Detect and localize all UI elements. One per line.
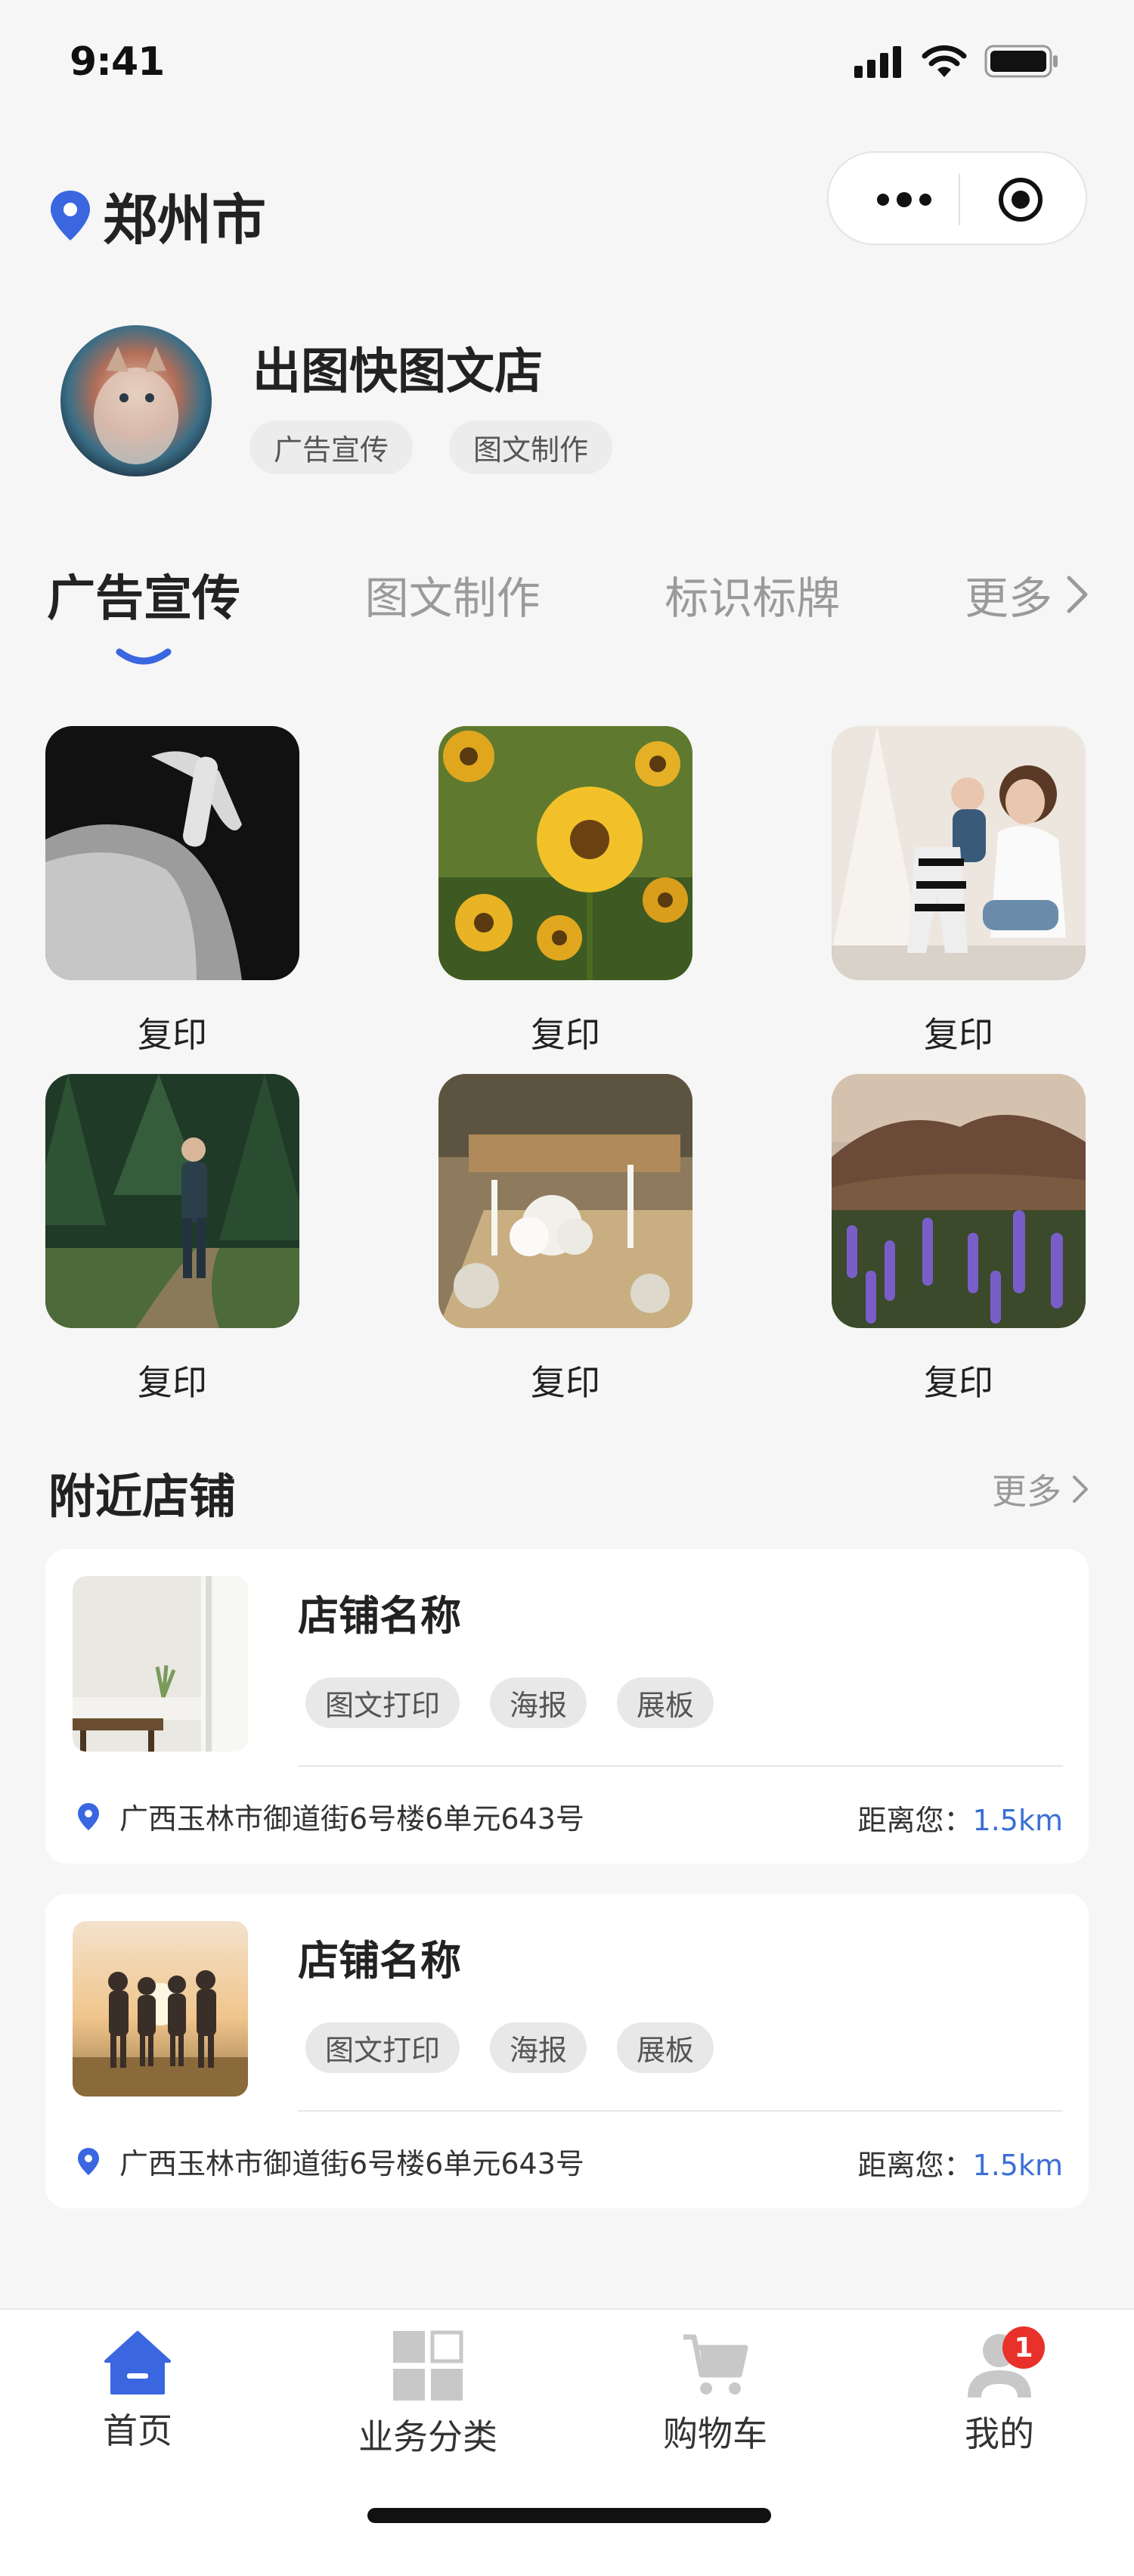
miniprogram-capsule: [827, 151, 1087, 245]
capsule-divider: [959, 174, 960, 225]
store-card-tag: 展板: [617, 1678, 714, 1728]
tabbar-mine[interactable]: 1 我的: [909, 2326, 1090, 2457]
store-card-name: 店铺名称: [298, 1592, 461, 1640]
store-name: 出图快图文店: [253, 344, 543, 400]
category-tabs: 广告宣传 图文制作 标识标牌 更多: [47, 560, 1089, 629]
photo-sunflowers: [438, 726, 692, 980]
store-card-tags: 图文打印 海报 展板: [305, 1678, 714, 1728]
tabbar-label: 我的: [965, 2413, 1034, 2454]
tab-advertising[interactable]: 广告宣传: [47, 560, 240, 629]
store-card-distance: 距离您：1.5km: [858, 1797, 1063, 1839]
store-tag: 广告宣传: [249, 421, 414, 474]
distance-value: 1.5km: [972, 1804, 1063, 1837]
store-card-address: 广西玉林市御道街6号楼6单元643号: [77, 1795, 584, 1837]
service-label: 复印: [531, 1014, 600, 1055]
tab-graphic-production[interactable]: 图文制作: [365, 563, 541, 626]
location-pin-icon: [78, 2147, 99, 2175]
active-tab-indicator: [116, 648, 172, 665]
location-pin-icon: [78, 1802, 99, 1830]
more-dots-icon[interactable]: [859, 183, 950, 216]
store-card-divider: [298, 1765, 1063, 1767]
store-card-tag: 图文打印: [305, 1678, 460, 1728]
home-indicator: [367, 2508, 771, 2523]
service-item[interactable]: 复印: [832, 726, 1086, 1057]
service-label: 复印: [531, 1362, 600, 1403]
store-card-tag: 海报: [490, 1678, 587, 1728]
close-target-icon[interactable]: [996, 175, 1045, 224]
status-time: 9:41: [70, 39, 165, 85]
wifi-icon: [922, 45, 967, 77]
store-card-tag: 展板: [617, 2022, 714, 2073]
service-item[interactable]: 复印: [45, 1074, 299, 1405]
store-card-tag: 海报: [490, 2022, 587, 2073]
store-card-tag: 图文打印: [305, 2022, 460, 2073]
location-selector[interactable]: 郑州市: [48, 175, 266, 255]
city-name: 郑州市: [103, 188, 267, 252]
store-card-address: 广西玉林市御道街6号楼6单元643号: [77, 2140, 584, 2182]
store-card-divider: [298, 2110, 1063, 2112]
service-item[interactable]: 复印: [438, 726, 692, 1057]
signal-icon: [854, 46, 901, 78]
notification-badge: 1: [1002, 2326, 1045, 2369]
tabbar-label: 首页: [103, 2410, 172, 2451]
tabbar-label: 业务分类: [358, 2416, 497, 2457]
nearby-store-card[interactable]: 店铺名称 图文打印 海报 展板 广西玉林市御道街6号楼6单元643号 距离您：1…: [45, 1549, 1089, 1864]
battery-icon: [984, 45, 1058, 78]
location-pin-icon: [51, 190, 90, 241]
tab-signage[interactable]: 标识标牌: [665, 563, 840, 626]
distance-label: 距离您：: [857, 2149, 973, 2182]
status-icons: [854, 44, 1060, 79]
store-avatar: [60, 325, 212, 476]
store-card-address-text: 广西玉林市御道街6号楼6单元643号: [119, 1802, 584, 1836]
category-grid-icon: [393, 2330, 463, 2401]
tabbar-home[interactable]: 首页: [47, 2328, 228, 2453]
photo-mother-child: [832, 726, 1086, 980]
service-label: 复印: [138, 1014, 207, 1055]
service-label: 复印: [138, 1362, 207, 1403]
photo-forest-hiker: [45, 1074, 299, 1328]
photo-hand-knee: [45, 726, 299, 980]
service-item[interactable]: 复印: [45, 726, 299, 1057]
cart-icon: [683, 2334, 748, 2394]
service-label: 复印: [924, 1014, 993, 1055]
tabbar-cart[interactable]: 购物车: [624, 2328, 806, 2457]
photo-lupine-field: [832, 1074, 1086, 1328]
distance-value: 1.5km: [972, 2149, 1063, 2182]
service-item[interactable]: 复印: [438, 1074, 692, 1405]
photo-banquet-table: [438, 1074, 692, 1328]
nearby-store-card[interactable]: 店铺名称 图文打印 海报 展板 广西玉林市御道街6号楼6单元643号 距离您：1…: [45, 1894, 1089, 2208]
tab-more-label: 更多: [964, 573, 1052, 624]
store-tag: 图文制作: [449, 421, 613, 474]
chevron-right-icon: [1067, 576, 1088, 613]
store-card-name: 店铺名称: [298, 1937, 461, 1985]
store-card-address-text: 广西玉林市御道街6号楼6单元643号: [119, 2147, 584, 2180]
nearby-more-link[interactable]: 更多: [992, 1464, 1089, 1514]
tabbar-label: 购物车: [663, 2413, 767, 2454]
chevron-right-icon: [1073, 1476, 1088, 1503]
photo-friends-sunset: [73, 1921, 248, 2096]
service-item[interactable]: 复印: [832, 1074, 1086, 1405]
store-tags: 广告宣传 图文制作: [249, 421, 613, 474]
distance-label: 距离您：: [857, 1804, 973, 1837]
store-card-tags: 图文打印 海报 展板: [305, 2022, 714, 2073]
photo-room-interior: [73, 1576, 248, 1752]
service-label: 复印: [924, 1362, 993, 1403]
home-icon: [104, 2331, 171, 2394]
tabbar-category[interactable]: 业务分类: [337, 2328, 519, 2460]
tab-more[interactable]: 更多: [965, 563, 1089, 626]
store-card-distance: 距离您：1.5km: [858, 2142, 1063, 2183]
nearby-more-label: 更多: [992, 1471, 1061, 1512]
nearby-section-title: 附近店铺: [48, 1469, 237, 1524]
bottom-tab-bar: 首页 业务分类 购物车 1 我的: [0, 2308, 1134, 2576]
